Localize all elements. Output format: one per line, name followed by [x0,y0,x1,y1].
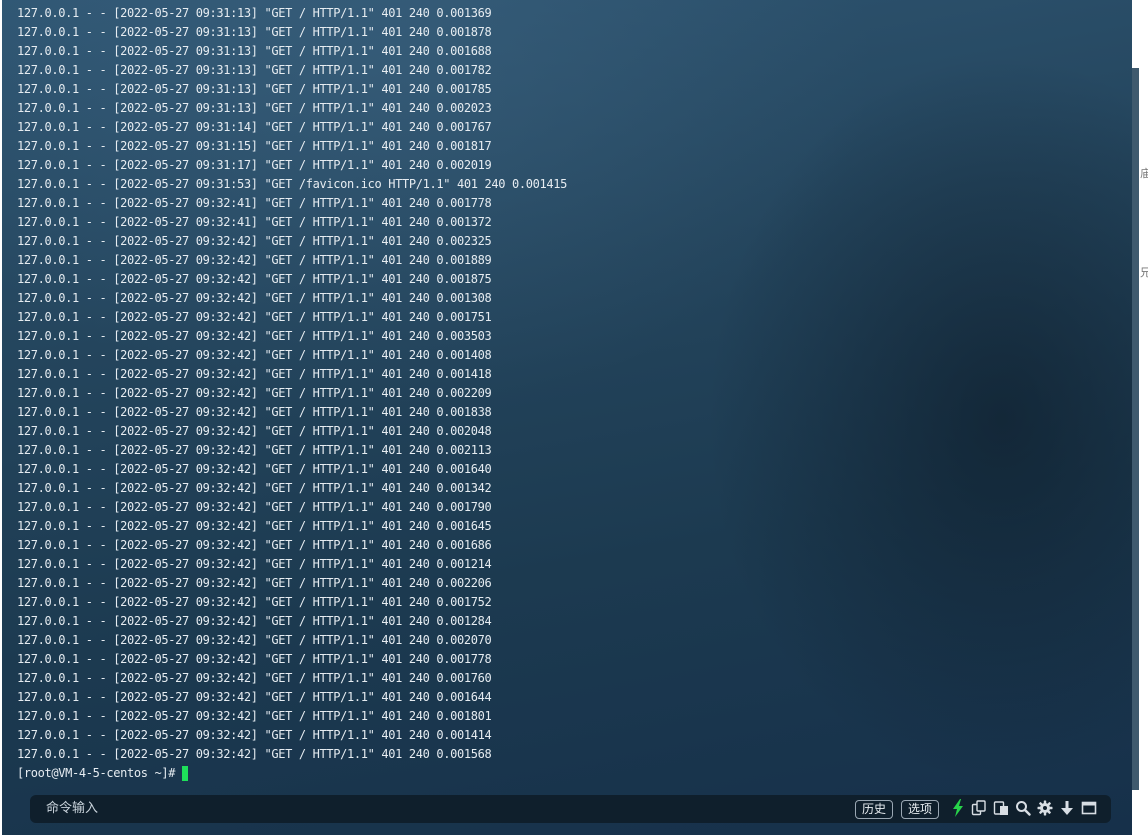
log-line: 127.0.0.1 - - [2022-05-27 09:32:42] "GET… [17,253,492,267]
log-line: 127.0.0.1 - - [2022-05-27 09:31:17] "GET… [17,158,492,172]
history-button[interactable]: 历史 [855,800,894,819]
log-line: 127.0.0.1 - - [2022-05-27 09:32:42] "GET… [17,614,492,628]
edge-glyph-2: 兄 [1140,266,1148,279]
log-line: 127.0.0.1 - - [2022-05-27 09:32:42] "GET… [17,405,492,419]
log-line: 127.0.0.1 - - [2022-05-27 09:32:42] "GET… [17,595,492,609]
log-line: 127.0.0.1 - - [2022-05-27 09:32:42] "GET… [17,690,492,704]
log-line: 127.0.0.1 - - [2022-05-27 09:32:42] "GET… [17,633,492,647]
log-line: 127.0.0.1 - - [2022-05-27 09:32:42] "GET… [17,329,492,343]
log-line: 127.0.0.1 - - [2022-05-27 09:32:42] "GET… [17,348,492,362]
log-line: 127.0.0.1 - - [2022-05-27 09:32:42] "GET… [17,424,492,438]
log-line: 127.0.0.1 - - [2022-05-27 09:32:42] "GET… [17,481,492,495]
log-line: 127.0.0.1 - - [2022-05-27 09:31:15] "GET… [17,139,492,153]
options-button[interactable]: 选项 [901,800,940,819]
maximize-window-icon[interactable] [1080,799,1098,817]
log-line: 127.0.0.1 - - [2022-05-27 09:32:42] "GET… [17,291,492,305]
log-line: 127.0.0.1 - - [2022-05-27 09:31:13] "GET… [17,63,492,77]
log-line: 127.0.0.1 - - [2022-05-27 09:32:42] "GET… [17,671,492,685]
log-line: 127.0.0.1 - - [2022-05-27 09:31:13] "GET… [17,101,492,115]
log-line: 127.0.0.1 - - [2022-05-27 09:31:13] "GET… [17,44,492,58]
log-line: 127.0.0.1 - - [2022-05-27 09:32:41] "GET… [17,196,492,210]
log-line: 127.0.0.1 - - [2022-05-27 09:32:42] "GET… [17,443,492,457]
shell-prompt: [root@VM-4-5-centos ~]# [17,766,176,780]
command-input-bar[interactable]: 命令输入 历史 选项 [30,795,1111,823]
log-line: 127.0.0.1 - - [2022-05-27 09:32:42] "GET… [17,576,492,590]
text-cursor [182,766,189,781]
paste-icon[interactable] [992,799,1010,817]
log-line: 127.0.0.1 - - [2022-05-27 09:32:42] "GET… [17,500,492,514]
terminal-app: 127.0.0.1 - - [2022-05-27 09:31:13] "GET… [0,0,1148,835]
lightning-icon[interactable] [949,799,967,817]
log-line: 127.0.0.1 - - [2022-05-27 09:31:13] "GET… [17,25,492,39]
log-line: 127.0.0.1 - - [2022-05-27 09:32:42] "GET… [17,519,492,533]
scrollbar-thumb[interactable] [1132,68,1139,790]
log-line: 127.0.0.1 - - [2022-05-27 09:32:41] "GET… [17,215,492,229]
log-line: 127.0.0.1 - - [2022-05-27 09:32:42] "GET… [17,272,492,286]
log-line: 127.0.0.1 - - [2022-05-27 09:32:42] "GET… [17,728,492,742]
log-line: 127.0.0.1 - - [2022-05-27 09:31:14] "GET… [17,120,492,134]
log-line: 127.0.0.1 - - [2022-05-27 09:31:53] "GET… [17,177,567,191]
log-line: 127.0.0.1 - - [2022-05-27 09:32:42] "GET… [17,386,492,400]
log-line: 127.0.0.1 - - [2022-05-27 09:32:42] "GET… [17,367,492,381]
download-arrow-icon[interactable] [1058,799,1076,817]
log-line: 127.0.0.1 - - [2022-05-27 09:31:13] "GET… [17,82,492,96]
gear-icon[interactable] [1036,799,1054,817]
log-line: 127.0.0.1 - - [2022-05-27 09:32:42] "GET… [17,538,492,552]
log-line: 127.0.0.1 - - [2022-05-27 09:32:42] "GET… [17,557,492,571]
log-output: 127.0.0.1 - - [2022-05-27 09:31:13] "GET… [17,4,567,783]
log-line: 127.0.0.1 - - [2022-05-27 09:32:42] "GET… [17,234,492,248]
log-line: 127.0.0.1 - - [2022-05-27 09:32:42] "GET… [17,747,492,761]
search-icon[interactable] [1014,799,1032,817]
shell-prompt-line[interactable]: [root@VM-4-5-centos ~]# [17,764,567,783]
terminal-output-area[interactable]: 127.0.0.1 - - [2022-05-27 09:31:13] "GET… [2,0,1132,835]
log-line: 127.0.0.1 - - [2022-05-27 09:31:13] "GET… [17,6,492,20]
log-line: 127.0.0.1 - - [2022-05-27 09:32:42] "GET… [17,709,492,723]
command-input-placeholder[interactable]: 命令输入 [46,795,98,823]
copy-icon[interactable] [970,799,988,817]
log-line: 127.0.0.1 - - [2022-05-27 09:32:42] "GET… [17,652,492,666]
log-line: 127.0.0.1 - - [2022-05-27 09:32:42] "GET… [17,462,492,476]
log-line: 127.0.0.1 - - [2022-05-27 09:32:42] "GET… [17,310,492,324]
edge-glyph-1: 庙 [1140,167,1148,180]
